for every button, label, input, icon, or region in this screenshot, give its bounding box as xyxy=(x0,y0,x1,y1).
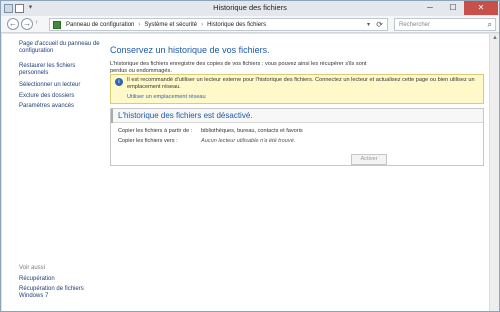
copy-from-label: Copier les fichiers à partir de : xyxy=(118,128,193,134)
refresh-icon[interactable]: ⟳ xyxy=(376,20,383,29)
main-panel: Conservez un historique de vos fichiers.… xyxy=(104,34,489,311)
control-panel-icon xyxy=(53,21,61,29)
minimize-button[interactable]: ─ xyxy=(419,1,441,15)
copy-to-value: Aucun lecteur utilisable n'a été trouvé. xyxy=(201,138,296,144)
forward-button[interactable]: → xyxy=(21,18,33,30)
search-box[interactable]: Rechercher ⌕ xyxy=(394,18,496,31)
page-title: Conservez un historique de vos fichiers. xyxy=(110,45,270,55)
info-banner: i Il est recommandé d'utiliser un lecteu… xyxy=(110,74,484,104)
up-button[interactable]: ↑ xyxy=(35,20,38,26)
breadcrumb-file-history[interactable]: Historique des fichiers xyxy=(207,22,266,28)
address-row: ← → ↑ Panneau de configuration › Système e… xyxy=(1,16,499,33)
sidebar-link-exclude-folders[interactable]: Exclure des dossiers xyxy=(19,93,105,100)
network-location-link[interactable]: Utiliser un emplacement réseau xyxy=(127,94,206,100)
see-also-heading: Voir aussi xyxy=(19,265,46,271)
breadcrumb-system-security[interactable]: Système et sécurité xyxy=(144,22,197,28)
status-panel: L'historique des fichiers est désactivé.… xyxy=(110,108,484,166)
breadcrumb: Panneau de configuration › Système et sécu… xyxy=(66,22,266,28)
status-header: L'historique des fichiers est désactivé. xyxy=(111,109,483,123)
search-input-placeholder[interactable]: Rechercher xyxy=(399,22,430,28)
status-title: L'historique des fichiers est désactivé. xyxy=(118,111,253,120)
file-history-window: ▾ Historique des fichiers ─ ☐ ✕ ← → ↑ Pa… xyxy=(0,0,500,312)
maximize-button[interactable]: ☐ xyxy=(442,1,464,15)
scroll-up-icon[interactable]: ▲ xyxy=(492,35,498,41)
sidebar-link-advanced-settings[interactable]: Paramètres avancés xyxy=(19,103,105,110)
info-icon: i xyxy=(115,78,123,86)
sidebar-link-control-panel-home[interactable]: Page d'accueil du panneau de configurati… xyxy=(19,41,105,55)
page-description: L'historique des fichiers enregistre des… xyxy=(110,61,367,74)
address-dropdown-icon[interactable]: ▾ xyxy=(367,21,370,28)
copy-from-value: bibliothèques, bureau, contacts et favor… xyxy=(201,128,303,134)
breadcrumb-separator-icon: › xyxy=(201,22,204,28)
back-button[interactable]: ← xyxy=(7,18,19,30)
sidebar-link-recovery[interactable]: Récupération xyxy=(19,276,105,283)
activate-button[interactable]: Activer xyxy=(351,154,387,165)
sidebar-link-select-drive[interactable]: Sélectionner un lecteur xyxy=(19,82,105,89)
address-bar[interactable]: Panneau de configuration › Système et sécu… xyxy=(49,18,388,31)
title-bar: ▾ Historique des fichiers ─ ☐ ✕ xyxy=(1,1,499,16)
breadcrumb-separator-icon: › xyxy=(138,22,141,28)
status-accent-bar xyxy=(111,109,113,123)
sidebar: Page d'accueil du panneau de configurati… xyxy=(2,34,104,311)
vertical-scrollbar[interactable]: ▲ xyxy=(489,34,499,311)
copy-to-label: Copier les fichiers vers : xyxy=(118,138,178,144)
sidebar-link-windows7-recovery[interactable]: Récupération de fichiers Windows 7 xyxy=(19,286,105,300)
search-icon[interactable]: ⌕ xyxy=(488,20,492,30)
info-text: Il est recommandé d'utiliser un lecteur … xyxy=(127,77,475,90)
sidebar-link-restore-files[interactable]: Restaurer les fichiers personnels xyxy=(19,63,105,77)
close-button[interactable]: ✕ xyxy=(464,1,498,15)
breadcrumb-control-panel[interactable]: Panneau de configuration xyxy=(66,22,134,28)
